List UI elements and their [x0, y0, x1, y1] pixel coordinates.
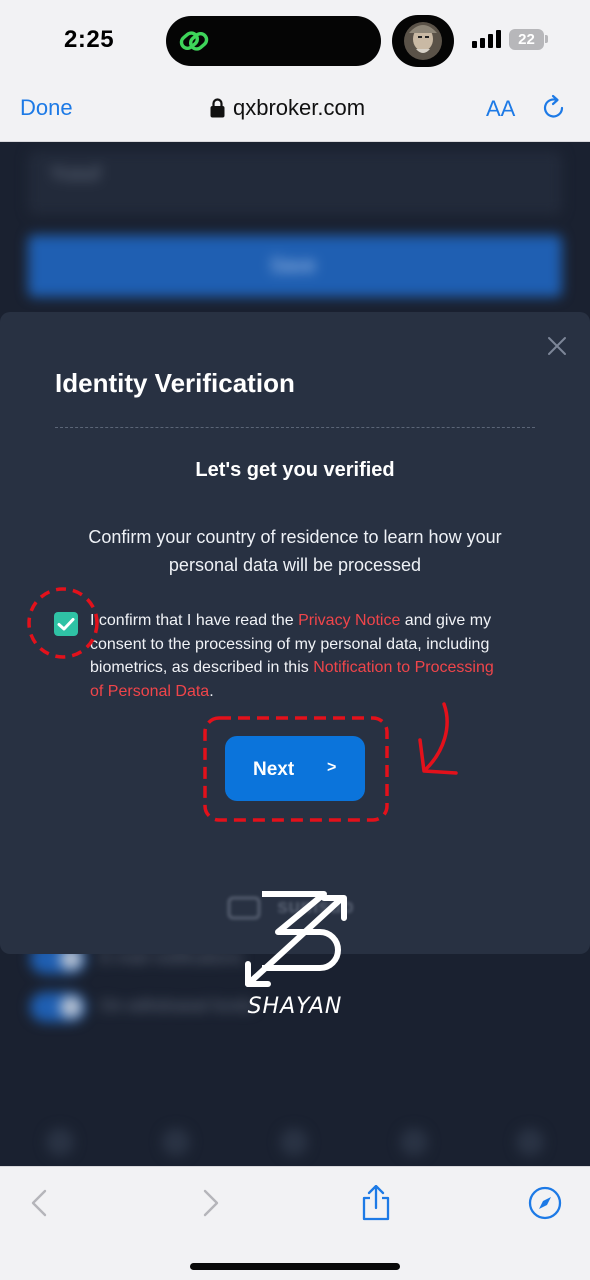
watermark-text: SHAYAN — [247, 994, 343, 1019]
cellular-signal-icon — [472, 30, 502, 48]
divider — [55, 427, 535, 428]
status-time: 2:25 — [64, 26, 115, 53]
close-icon[interactable] — [545, 334, 569, 358]
shayan-logo — [245, 891, 347, 987]
identity-verification-modal: Identity Verification Let's get you veri… — [0, 312, 590, 954]
checkmark-icon — [57, 618, 75, 631]
browser-bottom-toolbar — [0, 1166, 590, 1280]
url-text: qxbroker.com — [233, 95, 366, 120]
share-icon[interactable] — [358, 1185, 394, 1221]
consent-text-start: I confirm that I have read the — [90, 612, 299, 629]
consent-text-end: . — [209, 682, 214, 700]
text-size-label: AA — [486, 96, 516, 121]
modal-description: Confirm your country of residence to lea… — [88, 527, 502, 575]
status-bar: 2:25 22 — [0, 0, 590, 80]
chevron-right-icon: > — [327, 759, 337, 776]
background-input — [28, 151, 562, 215]
text-size-button[interactable]: AA — [486, 96, 515, 122]
reload-icon[interactable] — [540, 94, 568, 122]
lock-icon — [210, 98, 225, 118]
background-save-label: Save — [270, 255, 316, 277]
link-icon — [179, 31, 209, 51]
toggle-switch — [30, 992, 86, 1022]
compass-icon[interactable] — [527, 1185, 563, 1221]
privacy-notice-link[interactable]: Privacy Notice — [298, 612, 400, 629]
dynamic-island — [166, 16, 381, 66]
modal-subtitle: Let's get you verified — [195, 459, 395, 481]
home-indicator — [190, 1263, 400, 1270]
next-button-label: Next — [253, 759, 295, 780]
consent-checkbox[interactable] — [54, 612, 78, 636]
battery-tip — [545, 35, 548, 43]
modal-title: Identity Verification — [55, 368, 295, 398]
consent-text: I confirm that I have read the Privacy N… — [90, 609, 500, 703]
background-input-text: Yusuf — [50, 163, 101, 185]
avatar — [392, 15, 454, 67]
back-icon[interactable] — [22, 1185, 58, 1221]
forward-icon[interactable] — [192, 1185, 228, 1221]
address-bar[interactable]: qxbroker.com — [210, 94, 365, 122]
battery-icon: 22 — [509, 29, 544, 50]
browser-top-toolbar: Done qxbroker.com AA — [0, 80, 590, 142]
next-button[interactable]: Next > — [225, 736, 365, 801]
done-button[interactable]: Done — [20, 95, 73, 121]
toggle-label: On withdrawal funds — [100, 996, 255, 1015]
